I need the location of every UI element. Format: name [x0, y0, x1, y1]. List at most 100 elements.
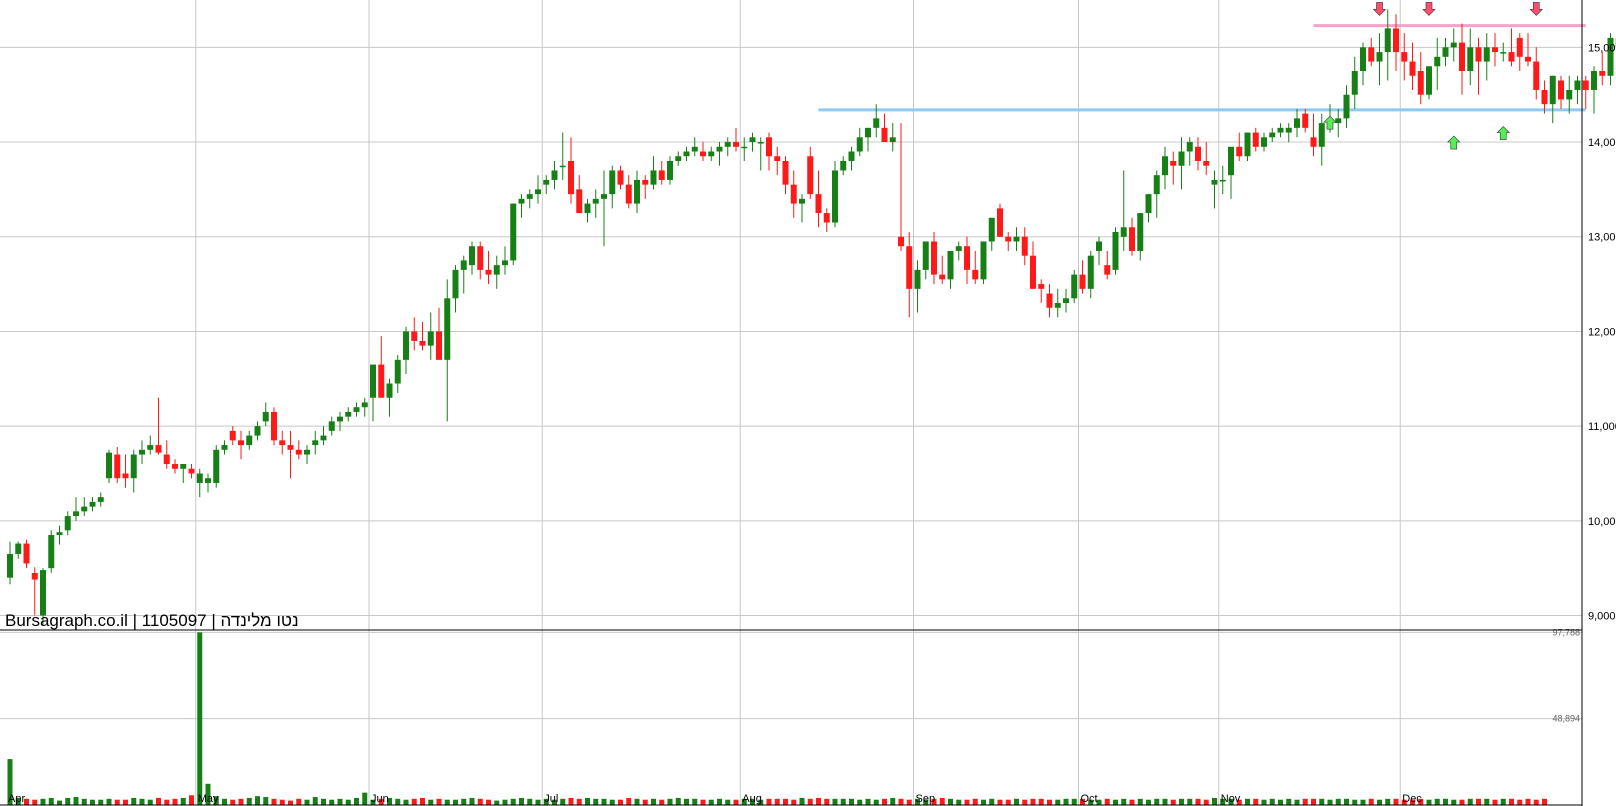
volume-bar [1071, 798, 1077, 805]
volume-bar [48, 797, 54, 805]
candle-body [898, 236, 904, 247]
candle-body [1219, 179, 1226, 182]
volume-bar [222, 798, 227, 805]
volume-bar [634, 798, 640, 805]
volume-bar [585, 797, 590, 805]
candle [1112, 227, 1119, 275]
month-tick-label: Jun [371, 793, 389, 805]
candle-body [815, 194, 822, 214]
volume-bar [1434, 798, 1440, 805]
volume-bar [1245, 798, 1250, 805]
volume-bar [1352, 799, 1358, 805]
candle-body [1178, 151, 1185, 166]
candle-body [584, 203, 591, 214]
volume-bar [90, 799, 95, 805]
candle-body [295, 449, 302, 455]
volume-bar [1533, 799, 1539, 805]
volume-bar [972, 798, 978, 805]
volume-bar [1451, 799, 1457, 805]
candle-body [1236, 146, 1243, 157]
candle-body [1483, 47, 1490, 62]
candle-body [939, 274, 946, 280]
volume-bar [395, 798, 401, 805]
volume-bar [708, 799, 714, 805]
volume-bar [609, 799, 615, 805]
candle-body [64, 516, 71, 531]
price-tick-label: 12,000 [1588, 326, 1616, 338]
volume-bar [1104, 798, 1110, 805]
candle-body [1549, 75, 1556, 105]
candle-body [485, 269, 492, 275]
volume-bar [527, 798, 533, 805]
candle-body [1112, 232, 1119, 270]
volume-bar [436, 798, 442, 805]
candle-body [1401, 52, 1408, 62]
volume-bar [1385, 798, 1391, 805]
candle-body [155, 445, 162, 453]
candle-body [427, 331, 434, 346]
volume-bar [420, 797, 425, 805]
candle-body [766, 137, 772, 157]
candle-body [865, 127, 871, 138]
candle-body [881, 127, 888, 143]
candle-body [592, 198, 599, 204]
candle-body [997, 208, 1003, 237]
volume-bar [816, 797, 821, 805]
price-tick-label: 14,000 [1588, 137, 1616, 149]
candle-body [551, 170, 558, 180]
candle-body [733, 142, 739, 147]
candle-body [1417, 71, 1424, 95]
volume-bar [1335, 798, 1341, 805]
candle-body [1500, 52, 1507, 54]
candle-body [625, 184, 632, 204]
volume-bar [164, 799, 170, 805]
volume-bar [989, 798, 995, 805]
volume-bar [717, 798, 722, 805]
month-tick-label: Sep [916, 793, 936, 805]
volume-bar [263, 797, 269, 805]
candle-body [279, 440, 286, 446]
candle-body [436, 331, 442, 360]
volume-bar [1162, 798, 1168, 805]
candle [106, 449, 112, 483]
candle-body [271, 411, 277, 441]
candle [271, 407, 277, 446]
volume-bar [246, 797, 252, 805]
volume-bar [1055, 799, 1061, 805]
volume-bar [948, 798, 953, 805]
volume-bar [1484, 798, 1490, 805]
candle-body [172, 464, 178, 469]
candle-body [1376, 52, 1383, 62]
candle-body [1459, 42, 1465, 72]
volume-bar [1212, 797, 1217, 805]
volume-bar [1344, 798, 1349, 805]
volume-bar [1517, 799, 1523, 805]
volume-bar [255, 796, 260, 805]
volume-bar [1509, 798, 1514, 805]
candle-body [378, 364, 385, 398]
volume-bar [593, 798, 599, 805]
volume-bar [1195, 798, 1201, 805]
candle-body [856, 137, 863, 152]
candle-body [1203, 160, 1210, 166]
volume-bar [692, 798, 698, 805]
candle-body [73, 511, 79, 517]
candle-body [1467, 47, 1474, 72]
candle-body [642, 179, 649, 185]
candle-body [1475, 47, 1482, 62]
candle-body [23, 543, 30, 564]
candle-body [1599, 71, 1606, 76]
candle-body [617, 170, 624, 185]
volume-bar [1492, 799, 1498, 805]
chart-title: Bursagraph.co.il | 1105097 | נטו מלינדה [5, 611, 299, 630]
candle-body [1351, 71, 1358, 95]
candle [510, 203, 517, 266]
volume-bar [840, 798, 846, 805]
candle-body [1153, 175, 1160, 195]
volume-bar [477, 798, 483, 805]
candle-body [1129, 227, 1135, 251]
candle-body [749, 137, 756, 143]
volume-bar [1113, 799, 1118, 805]
volume-bar [81, 798, 87, 805]
volume-bar [65, 797, 71, 805]
